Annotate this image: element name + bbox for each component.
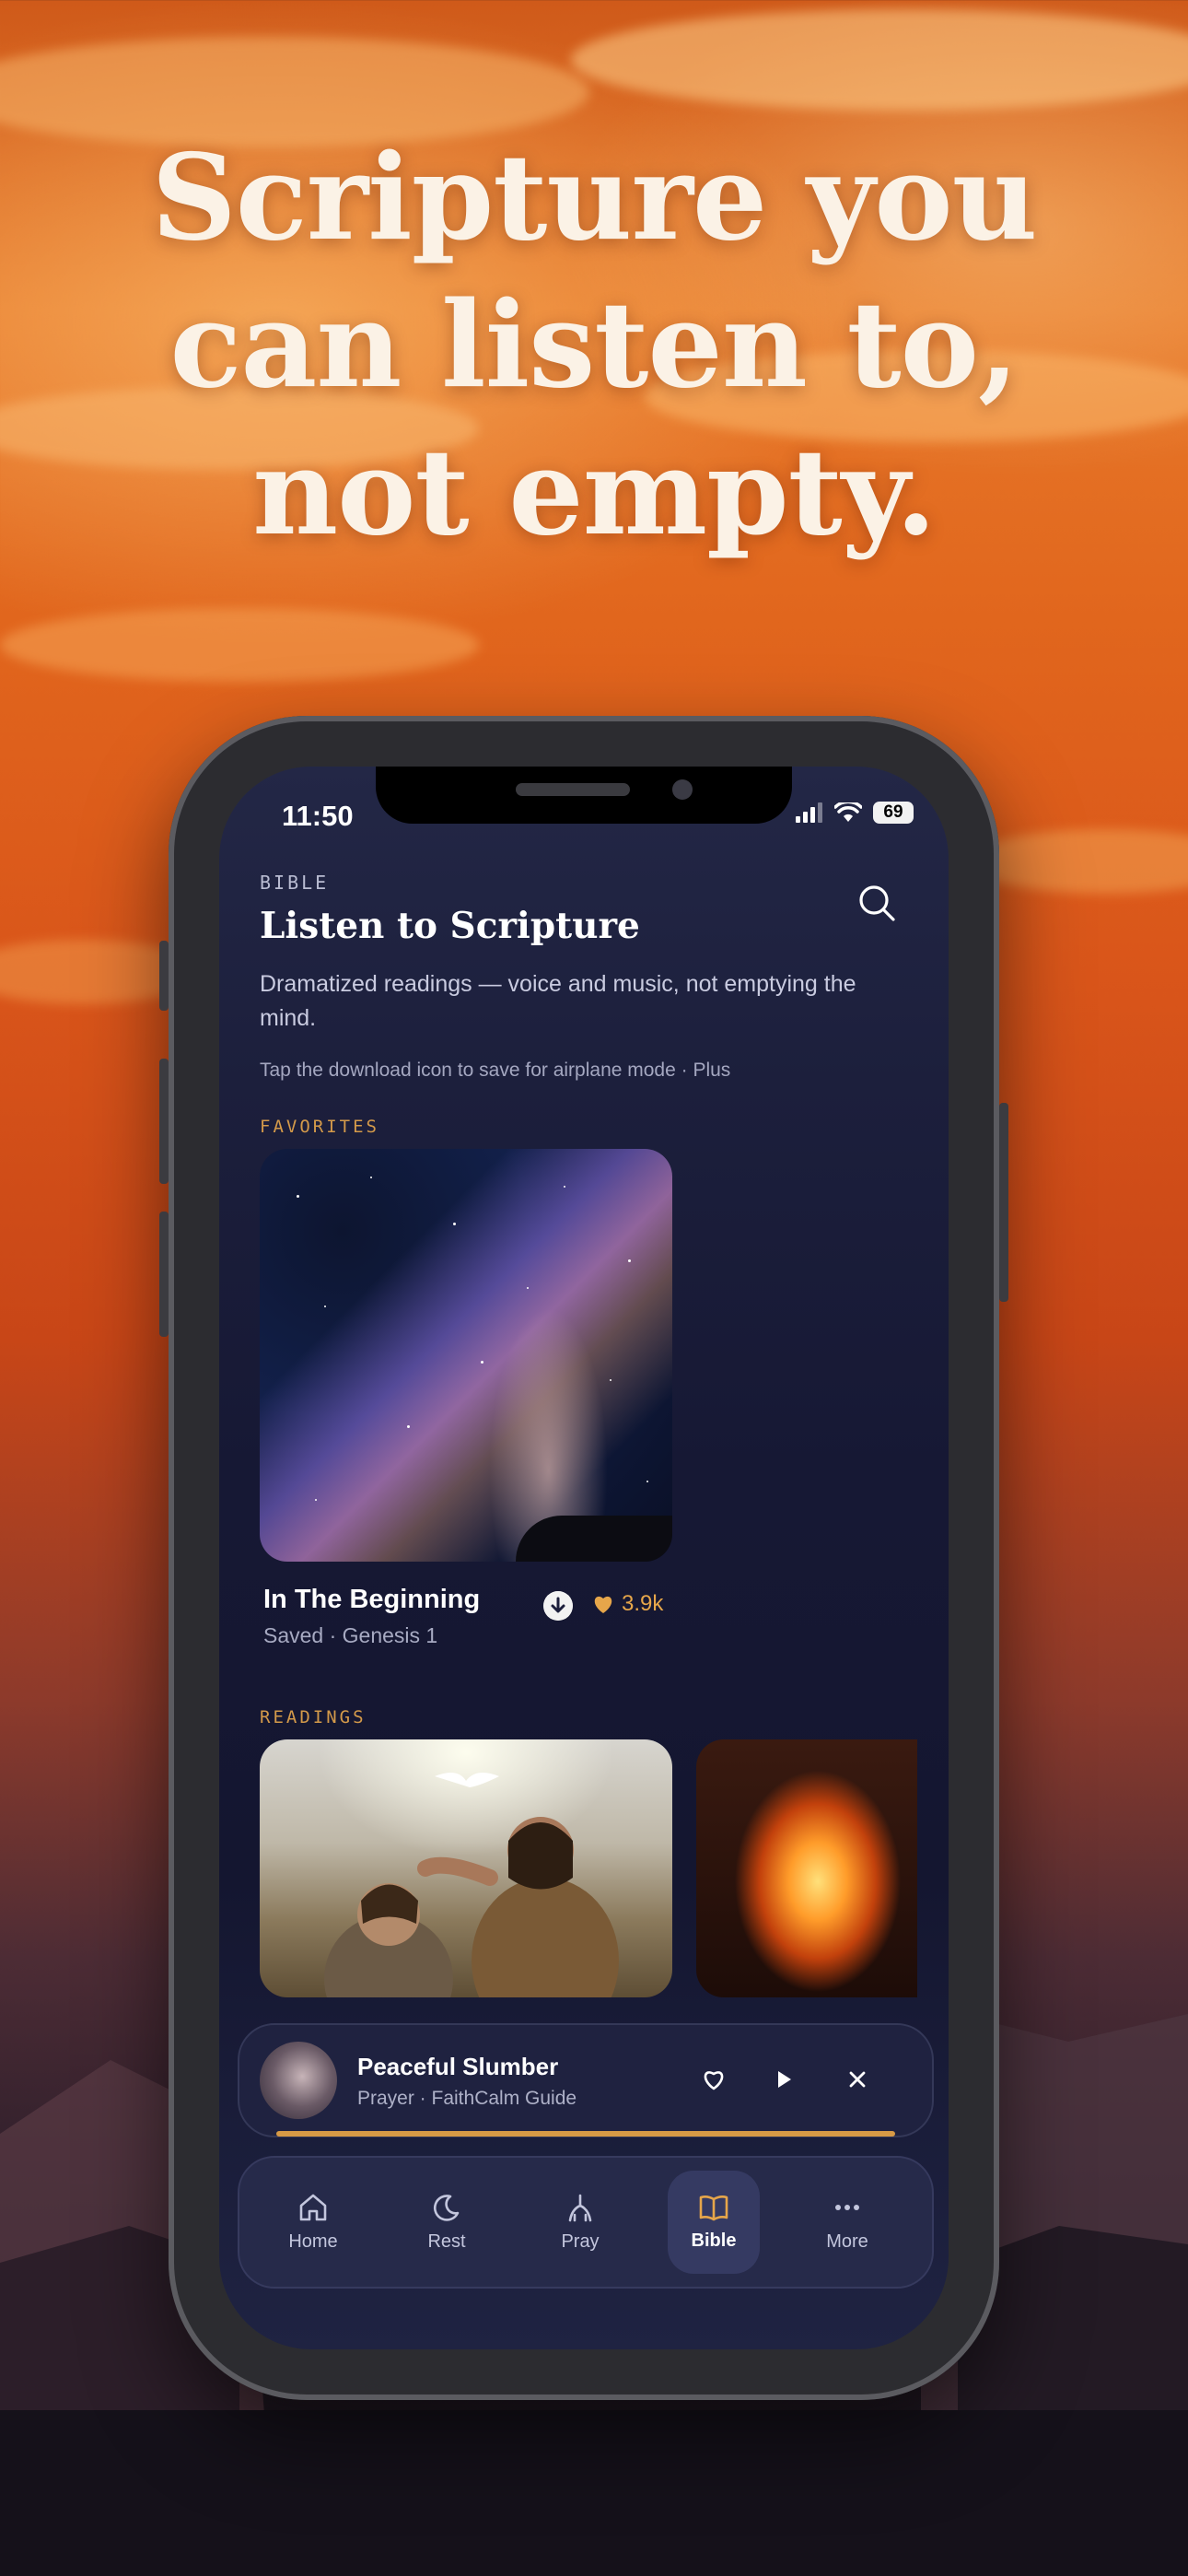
star [370,1177,372,1178]
close-icon [849,2071,866,2088]
bottom-tab-bar: Home Rest Pray Bible More [238,2156,934,2289]
cloud [571,9,1188,111]
tab-rest-label: Rest [427,2231,466,2252]
tab-bible[interactable]: Bible [668,2171,760,2274]
tab-pray[interactable]: Pray [534,2171,626,2274]
volume-up-button [159,1059,169,1184]
hero-headline: Scripture you can listen to, not empty. [0,124,1188,567]
reading-card-burning-bush[interactable] [696,1739,917,1997]
phone-frame: 11:50 69 BIBLE Listen to Scripture Drama… [159,716,1008,2400]
ridge-silhouette [516,1516,672,1562]
star [646,1481,648,1482]
favorite-card-artwork[interactable] [260,1149,672,1562]
side-button [159,941,169,1011]
cloud [967,829,1188,894]
hero-line-2: can listen to, [169,276,1019,415]
star [297,1195,299,1198]
search-icon[interactable] [855,881,901,927]
hero-line-1: Scripture you [151,129,1037,267]
player-subtitle: Prayer · FaithCalm Guide [357,2088,577,2109]
mini-player[interactable]: Peaceful Slumber Prayer · FaithCalm Guid… [238,2023,934,2137]
favorite-meta: Saved · Genesis 1 [263,1623,438,1647]
home-icon [299,2194,327,2220]
notch [376,767,792,824]
battery-indicator: 69 [873,802,914,824]
download-hint: Tap the download icon to save for airpla… [260,1060,731,1081]
signal-icon [796,802,822,823]
hero-line-3: not empty. [252,424,937,562]
play-icon [778,2071,791,2088]
heart-outline-icon [704,2071,724,2090]
readings-label: READINGS [260,1707,367,1727]
star [407,1425,410,1428]
status-time: 11:50 [282,800,354,832]
tab-bible-label: Bible [691,2230,737,2251]
pray-icon [568,2194,592,2221]
star [527,1287,529,1289]
star [610,1379,611,1381]
tab-pray-label: Pray [561,2231,600,2252]
player-progress-bar [276,2131,895,2137]
section-eyebrow: BIBLE [260,872,330,894]
likes-count[interactable]: 3.9k [592,1591,663,1617]
star [564,1186,565,1188]
star [628,1259,631,1262]
player-favorite-button[interactable] [693,2058,735,2101]
tab-home[interactable]: Home [267,2171,359,2274]
status-icons: 69 [796,802,914,824]
dove-icon [324,1773,619,1997]
page-title: Listen to Scripture [260,905,640,947]
reading-card-baptism[interactable] [260,1739,672,1997]
tab-rest[interactable]: Rest [401,2171,493,2274]
moon-icon [433,2194,460,2221]
player-artwork [260,2042,337,2119]
page-subtitle: Dramatized readings — voice and music, n… [260,971,856,1031]
player-title: Peaceful Slumber [357,2053,559,2080]
likes-value: 3.9k [622,1591,664,1616]
cloud [0,608,479,682]
heart-icon [594,1596,612,1613]
favorites-label: FAVORITES [260,1117,379,1137]
more-icon [835,2204,859,2210]
star [481,1361,483,1364]
tab-more-label: More [826,2231,868,2252]
speaker [516,783,630,796]
star [315,1499,317,1501]
tab-home-label: Home [288,2231,338,2252]
volume-down-button [159,1212,169,1337]
star [324,1306,326,1307]
app-screen: 11:50 69 BIBLE Listen to Scripture Drama… [219,767,949,2349]
camera [672,779,693,800]
star [453,1223,456,1225]
book-icon [699,2195,728,2220]
player-close-button[interactable] [836,2058,879,2101]
favorite-title[interactable]: In The Beginning [263,1585,480,1615]
player-play-button[interactable] [763,2058,805,2101]
tab-more[interactable]: More [801,2171,893,2274]
download-icon[interactable] [543,1591,573,1621]
wifi-icon [834,802,862,822]
power-button [999,1103,1008,1302]
